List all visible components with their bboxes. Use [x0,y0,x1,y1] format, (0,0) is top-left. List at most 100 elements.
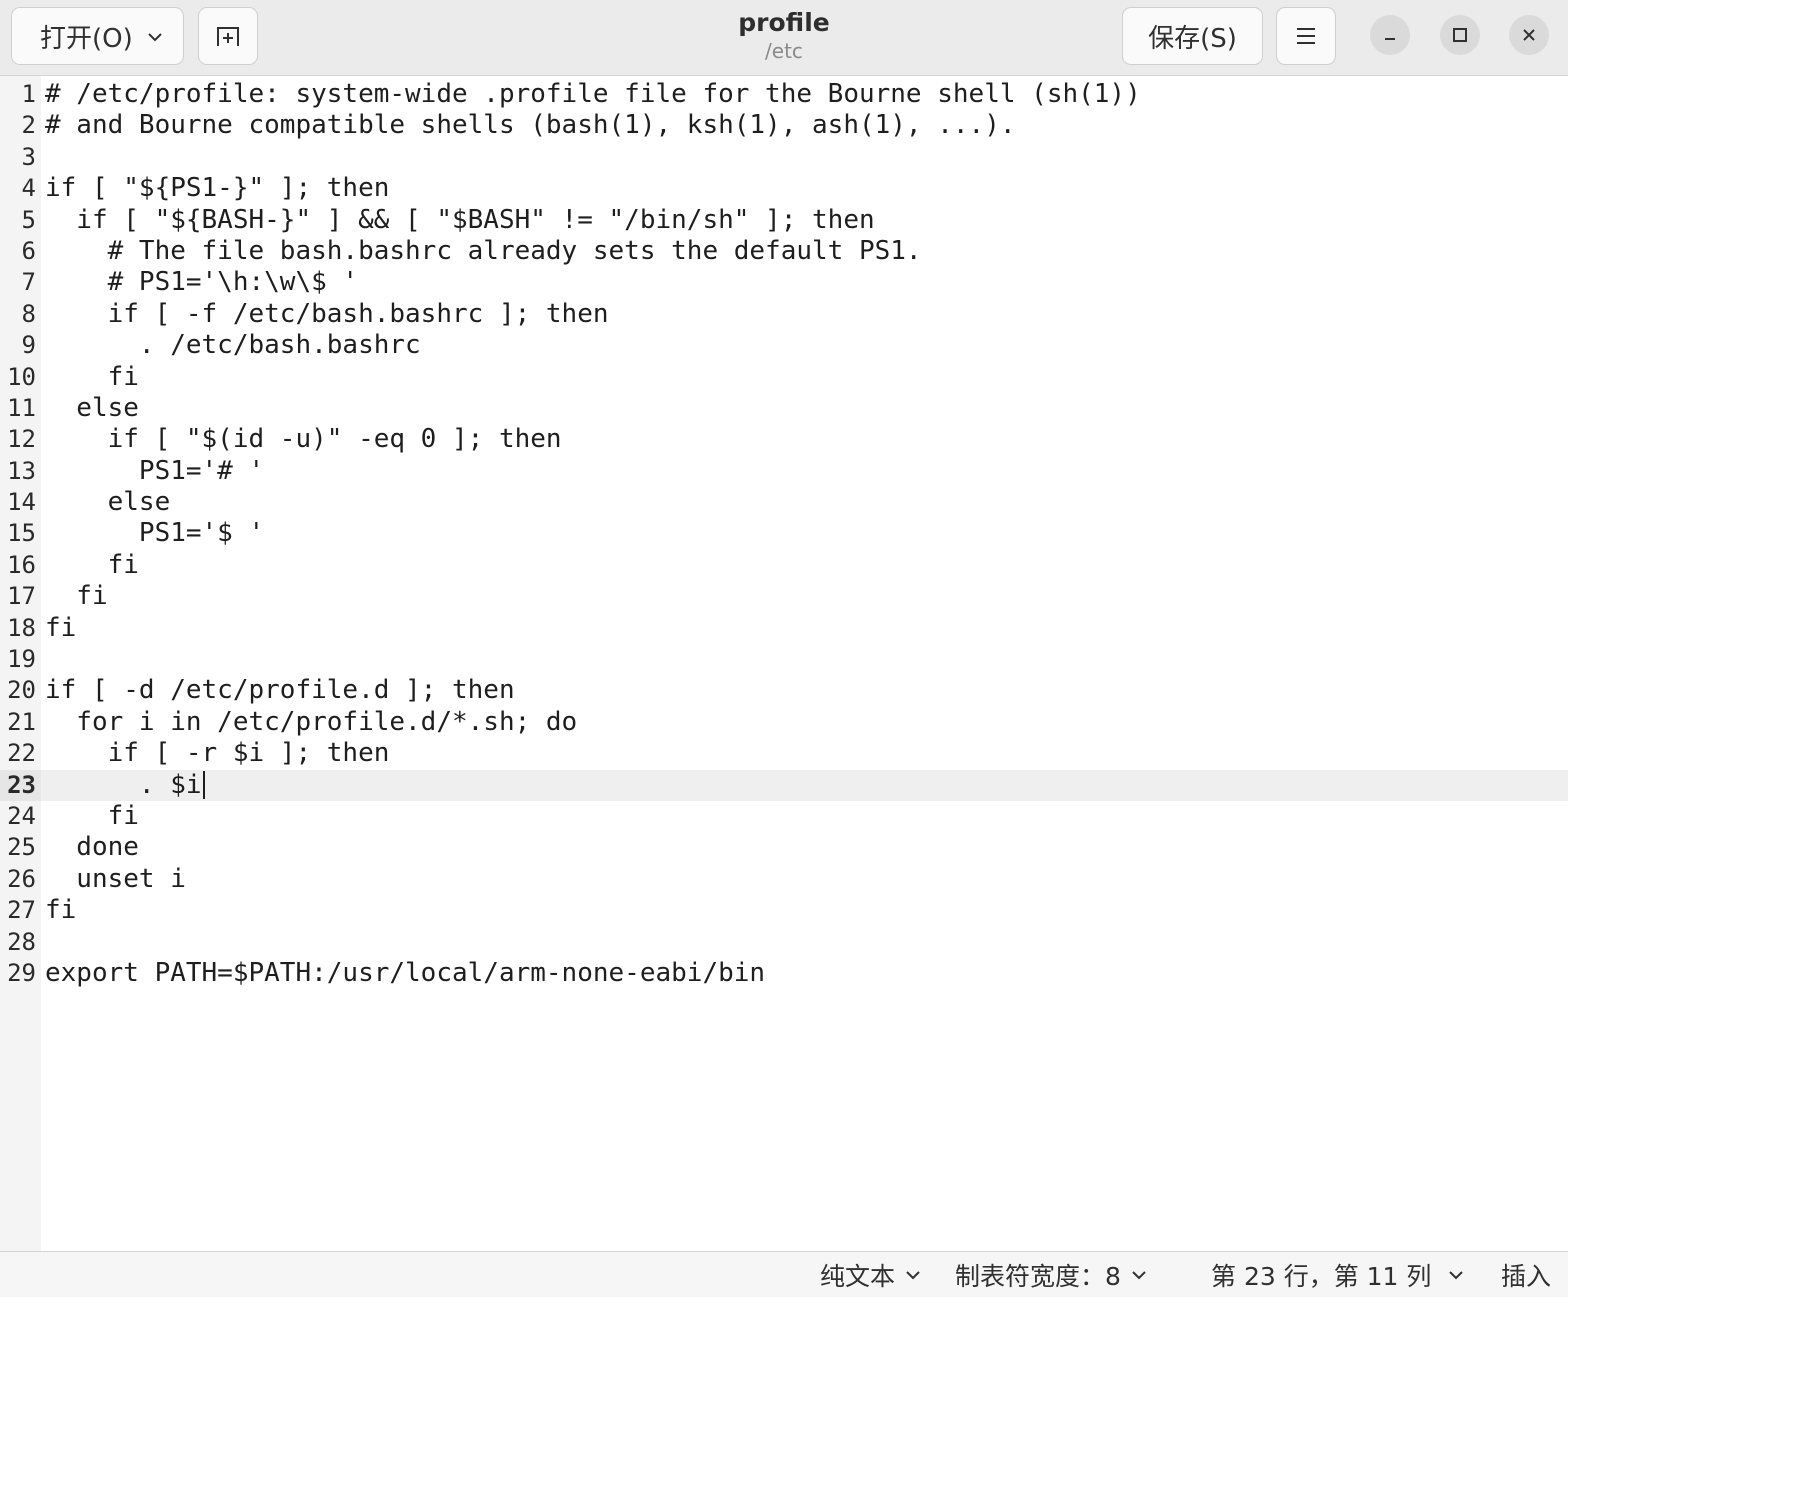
line-text[interactable]: done [45,832,139,863]
code-line[interactable]: 8 if [ -f /etc/bash.bashrc ]; then [0,299,1568,330]
line-text[interactable]: fi [45,895,76,926]
line-text[interactable]: PS1='$ ' [45,518,264,549]
line-text[interactable]: # and Bourne compatible shells (bash(1),… [45,110,1016,141]
tab-width-selector[interactable]: 制表符宽度：8 [955,1258,1149,1292]
code-line[interactable]: 22 if [ -r $i ]; then [0,738,1568,769]
code-line[interactable]: 2 # and Bourne compatible shells (bash(1)… [0,110,1568,141]
line-content: if [ -r $i ]; then [45,738,390,769]
line-text[interactable]: # PS1='\h:\w\$ ' [45,267,358,298]
cursor-position-dropdown[interactable] [1446,1258,1466,1292]
line-number: 14 [7,488,36,517]
insert-mode-indicator[interactable]: 插入 [1501,1258,1551,1292]
line-content: fi [45,581,108,612]
line-text[interactable]: unset i [45,864,186,895]
code-line[interactable]: 14 else [0,487,1568,518]
line-content: . /etc/bash.bashrc [45,330,421,361]
open-button[interactable]: 打开(O) [11,7,184,65]
code-line[interactable]: 7 # PS1='\h:\w\$ ' [0,267,1568,298]
new-document-button[interactable] [198,7,258,65]
line-text[interactable]: fi [45,581,108,612]
code-line[interactable]: 21 for i in /etc/profile.d/*.sh; do [0,707,1568,738]
line-number: 27 [7,896,36,925]
line-text[interactable]: fi [45,613,76,644]
line-text[interactable]: else [45,487,171,518]
line-text[interactable]: . /etc/bash.bashrc [45,330,421,361]
chevron-down-icon [1449,1271,1463,1280]
line-content: fi [45,361,139,392]
line-text[interactable]: fi [45,550,139,581]
code-line[interactable]: 19 [0,644,1568,675]
line-text[interactable]: # The file bash.bashrc already sets the … [45,236,922,267]
line-content: unset i [45,863,186,894]
line-text[interactable]: if [ "${BASH-}" ] && [ "$BASH" != "/bin/… [45,204,875,236]
code-line[interactable]: 12 if [ "$(id -u)" -eq 0 ]; then [0,424,1568,455]
code-line[interactable]: 5 if [ "${BASH-}" ] && [ "$BASH" != "/bi… [0,205,1568,236]
line-content: # /etc/profile: system-wide .profile fil… [45,79,1141,109]
minimize-icon [1385,38,1395,40]
tab-width-label: 制表符宽度：8 [955,1262,1121,1291]
code-line[interactable]: 11 else [0,393,1568,424]
line-number: 26 [7,864,36,893]
line-text[interactable]: if [ -r $i ]; then [45,738,390,769]
line-text[interactable]: fi [45,801,139,832]
line-number: 6 [21,236,36,265]
line-text[interactable]: # /etc/profile: system-wide .profile fil… [45,79,1141,110]
line-text[interactable]: if [ -d /etc/profile.d ]; then [45,675,515,706]
line-number: 11 [7,393,36,422]
code-line[interactable]: 15 PS1='$ ' [0,518,1568,549]
status-bar: 纯文本 制表符宽度：8 第 23 行，第 11 列 插入 [0,1251,1568,1297]
text-cursor [202,771,205,800]
line-text[interactable]: export PATH=$PATH:/usr/local/arm-none-ea… [45,958,765,989]
code-line[interactable]: 29 export PATH=$PATH:/usr/local/arm-none-… [0,958,1568,989]
code-line[interactable]: 26 unset i [0,864,1568,895]
line-number: 3 [21,142,36,171]
main-menu-button[interactable] [1276,7,1336,65]
code-line[interactable]: 24 fi [0,801,1568,832]
line-text[interactable]: if [ "${PS1-}" ]; then [45,173,389,204]
text-editor-window: 打开(O) profile /etc 保存(S) 1 # /etc/profil… [0,0,1568,1297]
line-content: if [ "${BASH-}" ] && [ "$BASH" != "/bin/… [45,204,875,235]
minimize-button[interactable] [1370,15,1410,55]
close-icon [1523,29,1535,41]
line-text[interactable]: if [ "$(id -u)" -eq 0 ]; then [45,424,562,455]
cursor-position[interactable]: 第 23 行，第 11 列 [1211,1258,1431,1292]
line-text[interactable]: fi [45,362,139,393]
language-selector[interactable]: 纯文本 [820,1258,923,1292]
open-button-label: 打开(O) [40,23,133,54]
code-lines[interactable]: 1 # /etc/profile: system-wide .profile fi… [0,79,1568,989]
close-button[interactable] [1509,15,1549,55]
code-line[interactable]: 18 fi [0,613,1568,644]
code-line[interactable]: 13 PS1='# ' [0,456,1568,487]
line-text[interactable]: if [ -f /etc/bash.bashrc ]; then [45,299,609,330]
code-line[interactable]: 6 # The file bash.bashrc already sets th… [0,236,1568,267]
code-line[interactable]: 27 fi [0,895,1568,926]
line-content: . $i [45,769,202,800]
line-text[interactable]: . $i [45,770,205,801]
code-line[interactable]: 23 . $i [0,769,1568,801]
code-line[interactable]: 10 fi [0,362,1568,393]
line-number: 28 [7,927,36,956]
language-label: 纯文本 [820,1262,896,1291]
line-text[interactable]: for i in /etc/profile.d/*.sh; do [45,707,577,738]
cursor-position-label: 第 23 行，第 11 列 [1211,1262,1432,1291]
line-content: fi [45,800,139,831]
header-bar: 打开(O) profile /etc 保存(S) [0,0,1568,76]
line-content: if [ -d /etc/profile.d ]; then [45,675,515,706]
code-line[interactable]: 20 if [ -d /etc/profile.d ]; then [0,675,1568,706]
code-line[interactable]: 4 if [ "${PS1-}" ]; then [0,173,1568,204]
code-line[interactable]: 28 [0,927,1568,958]
code-line[interactable]: 16 fi [0,550,1568,581]
line-number: 24 [7,801,36,830]
maximize-button[interactable] [1440,15,1480,55]
code-line[interactable]: 3 [0,142,1568,173]
line-text[interactable]: else [45,393,139,424]
code-line[interactable]: 25 done [0,832,1568,863]
text-editor-area[interactable]: 1 # /etc/profile: system-wide .profile fi… [0,76,1568,1251]
save-button[interactable]: 保存(S) [1122,7,1263,65]
line-number: 23 [0,769,41,801]
line-number: 15 [7,519,36,548]
code-line[interactable]: 1 # /etc/profile: system-wide .profile fi… [0,79,1568,110]
line-text[interactable]: PS1='# ' [45,456,264,487]
code-line[interactable]: 9 . /etc/bash.bashrc [0,330,1568,361]
code-line[interactable]: 17 fi [0,581,1568,612]
